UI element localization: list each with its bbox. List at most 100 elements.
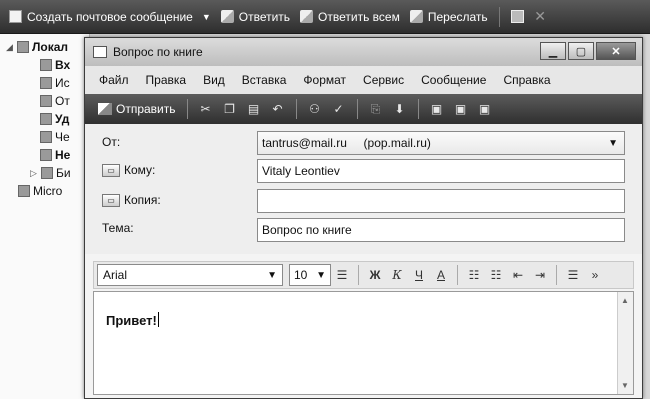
offline-icon[interactable]: ▣ (475, 99, 495, 119)
trash-icon (40, 113, 52, 125)
vertical-scrollbar[interactable]: ▲ ▼ (617, 292, 633, 394)
to-value: Vitaly Leontiev (262, 164, 340, 178)
sign-icon[interactable]: ▣ (427, 99, 447, 119)
close-button[interactable]: ✕ (596, 42, 636, 60)
folder-sent[interactable]: От (40, 92, 70, 110)
folder-label: Локал (32, 40, 69, 54)
undo-icon[interactable]: ↶ (268, 99, 288, 119)
send-icon (98, 103, 112, 115)
delete-icon: ✕ (534, 8, 547, 24)
menu-insert[interactable]: Вставка (242, 73, 287, 87)
subject-value: Вопрос по книге (262, 223, 352, 237)
expand-icon[interactable]: ▷ (30, 168, 38, 179)
font-select[interactable]: Arial ▼ (97, 264, 283, 286)
more-chevron-icon[interactable]: » (587, 265, 603, 285)
attach-icon[interactable]: ⎘ (366, 99, 386, 119)
folder-junk[interactable]: Не (40, 146, 70, 164)
decrease-indent-icon[interactable]: ⇤ (510, 265, 526, 285)
reply-all-button[interactable]: Ответить всем (295, 5, 405, 29)
paragraph-style-icon[interactable]: ☰ (334, 265, 350, 285)
menu-format[interactable]: Формат (303, 73, 346, 87)
toolbar-divider (295, 99, 297, 119)
align-left-icon[interactable]: ☰ (565, 265, 581, 285)
print-button[interactable] (506, 5, 529, 29)
paste-icon[interactable]: ▤ (244, 99, 264, 119)
junk-icon (40, 149, 52, 161)
folder-inbox[interactable]: Вх (40, 56, 70, 74)
folder-library[interactable]: ▷ Би (30, 164, 71, 182)
toolbar-divider (356, 99, 358, 119)
reply-label: Ответить (238, 9, 291, 24)
compose-toolbar: Отправить ✂ ❐ ▤ ↶ ⚇ ✓ ⎘ ⬇ ▣ ▣ ▣ (85, 94, 642, 124)
menu-tools[interactable]: Сервис (363, 73, 404, 87)
font-size-select[interactable]: 10 ▼ (289, 264, 331, 286)
outbox-icon (40, 77, 52, 89)
font-color-button[interactable]: А (433, 265, 449, 285)
underline-button[interactable]: Ч (411, 265, 427, 285)
minimize-button[interactable]: ▁ (540, 42, 566, 60)
menu-view[interactable]: Вид (203, 73, 225, 87)
scroll-down-icon[interactable]: ▼ (621, 381, 629, 390)
forward-icon (409, 10, 423, 23)
chevron-down-icon[interactable]: ▼ (608, 138, 618, 149)
account-icon (18, 185, 30, 197)
send-button[interactable]: Отправить (93, 97, 181, 121)
delete-button[interactable]: ✕ (529, 5, 552, 29)
folder-drafts[interactable]: Че (40, 128, 70, 146)
folder-outbox[interactable]: Ис (40, 74, 70, 92)
drafts-icon (40, 131, 52, 143)
toolbar-divider (186, 99, 188, 119)
forward-label: Переслать (427, 9, 488, 24)
message-header: От: tantrus@mail.ru (pop.mail.ru) ▼ ▭ Ко… (85, 124, 642, 254)
chevron-down-icon[interactable]: ▼ (316, 270, 326, 281)
folder-label: Не (55, 148, 71, 162)
new-message-button[interactable]: Создать почтовое сообщение ▼ (4, 5, 216, 29)
encrypt-icon[interactable]: ▣ (451, 99, 471, 119)
spelling-icon[interactable]: ✓ (329, 99, 349, 119)
folder-label: Че (55, 130, 70, 144)
chevron-down-icon[interactable]: ▼ (202, 12, 211, 22)
folder-label: От (55, 94, 70, 108)
folder-microsoft[interactable]: Micro (18, 182, 62, 200)
format-toolbar: Arial ▼ 10 ▼ ☰ Ж К Ч А ☷ ☷ ⇤ ⇥ ☰ » (93, 261, 634, 289)
increase-indent-icon[interactable]: ⇥ (532, 265, 548, 285)
forward-button[interactable]: Переслать (405, 5, 493, 29)
to-field[interactable]: Vitaly Leontiev (257, 159, 625, 183)
compose-window: Вопрос по книге ▁ ▢ ✕ Файл Правка Вид Вс… (84, 37, 643, 399)
cc-button[interactable]: ▭ Копия: (102, 193, 161, 207)
message-body[interactable]: Привет! ▲ ▼ (93, 291, 634, 395)
folder-label: Ис (55, 76, 70, 90)
scroll-up-icon[interactable]: ▲ (621, 296, 629, 305)
maximize-button[interactable]: ▢ (568, 42, 594, 60)
check-names-icon[interactable]: ⚇ (305, 99, 325, 119)
folder-local[interactable]: ◢ Локал (6, 38, 68, 56)
inbox-icon (40, 59, 52, 71)
priority-icon[interactable]: ⬇ (390, 99, 410, 119)
toolbar-divider (498, 6, 500, 27)
font-value: Arial (103, 268, 128, 282)
numbered-list-icon[interactable]: ☷ (466, 265, 482, 285)
to-button[interactable]: ▭ Кому: (102, 163, 155, 177)
reply-button[interactable]: Ответить (216, 5, 295, 29)
cut-icon[interactable]: ✂ (196, 99, 216, 119)
title-bar[interactable]: Вопрос по книге ▁ ▢ ✕ (85, 38, 642, 66)
from-select[interactable]: tantrus@mail.ru (pop.mail.ru) ▼ (257, 131, 625, 155)
cc-field[interactable] (257, 189, 625, 213)
menu-help[interactable]: Справка (503, 73, 550, 87)
folder-deleted[interactable]: Уд (40, 110, 69, 128)
from-label-text: От: (102, 135, 121, 149)
menu-edit[interactable]: Правка (146, 73, 187, 87)
menu-message[interactable]: Сообщение (421, 73, 486, 87)
toolbar-divider (358, 265, 359, 285)
chevron-down-icon[interactable]: ▼ (267, 270, 277, 281)
folder-pane: ◢ Локал Вх Ис От Уд Че Не ▷ Би Micro (0, 34, 90, 399)
bold-button[interactable]: Ж (367, 265, 383, 285)
menu-file[interactable]: Файл (99, 73, 129, 87)
bulleted-list-icon[interactable]: ☷ (488, 265, 504, 285)
subject-field[interactable]: Вопрос по книге (257, 218, 625, 242)
reply-icon (220, 10, 234, 23)
copy-icon[interactable]: ❐ (220, 99, 240, 119)
main-toolbar: Создать почтовое сообщение ▼ Ответить От… (0, 0, 650, 34)
italic-button[interactable]: К (389, 265, 405, 285)
collapse-icon[interactable]: ◢ (6, 42, 14, 53)
